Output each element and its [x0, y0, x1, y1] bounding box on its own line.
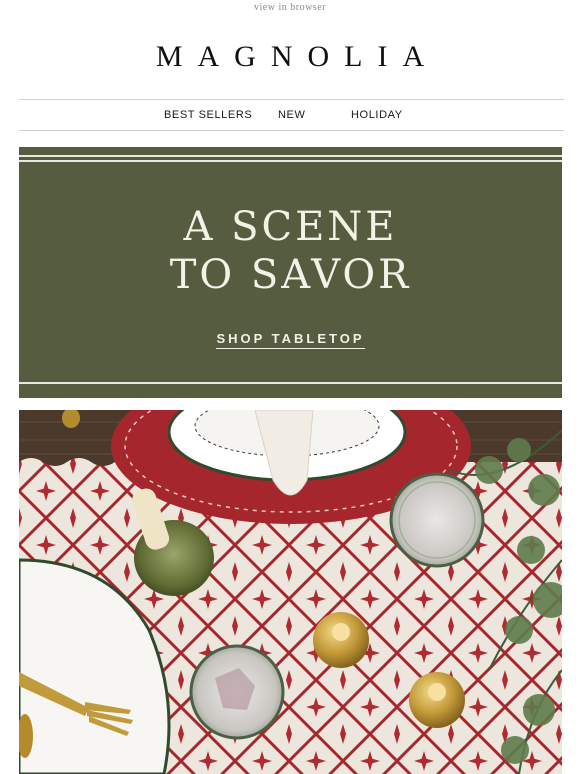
hero-stripe	[19, 155, 562, 157]
hero-headline: A SCENE TO SAVOR	[19, 203, 562, 299]
hero-stripe	[19, 382, 562, 384]
nav-divider-bottom	[19, 130, 564, 131]
brand-logo[interactable]: MAGNOLIA	[0, 40, 580, 74]
hero-headline-line2: TO SAVOR	[169, 252, 412, 298]
hero-headline-line1: A SCENE	[183, 204, 398, 250]
hero-banner[interactable]: A SCENE TO SAVOR SHOP TABLETOP	[19, 147, 562, 398]
shop-tabletop-link[interactable]: SHOP TABLETOP	[216, 331, 365, 349]
nav-item-best-sellers[interactable]: BEST SELLERS	[164, 109, 252, 121]
tabletop-photo-illustration	[19, 410, 562, 774]
tabletop-photo[interactable]	[19, 410, 562, 774]
view-in-browser-link[interactable]: view in browser	[0, 2, 580, 13]
nav-item-new[interactable]: NEW	[278, 109, 305, 121]
hero-stripe	[19, 160, 562, 162]
nav-item-holiday[interactable]: HOLIDAY	[351, 109, 403, 121]
main-nav: BEST SELLERS NEW HOLIDAY	[19, 100, 564, 130]
